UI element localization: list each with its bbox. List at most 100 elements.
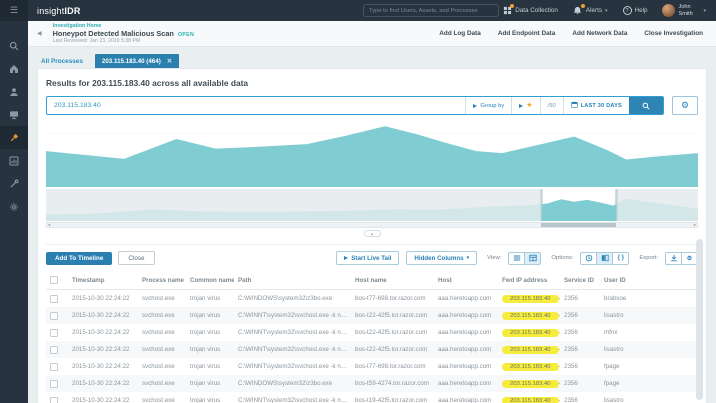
data-collection-menu[interactable]: Data Collection [502, 6, 558, 16]
table-view-button[interactable] [524, 252, 541, 265]
back-arrow-icon[interactable]: ◀ [37, 30, 42, 37]
cell-timestamp: 2015-10-30 22:24:22 [68, 375, 138, 392]
sidebar-item-home[interactable] [0, 57, 28, 80]
global-search-input[interactable]: Type to find Users, Assets, and Processe… [363, 4, 499, 17]
close-investigation-button[interactable]: Close Investigation [644, 30, 703, 37]
col-host-name[interactable]: Host name [351, 271, 434, 290]
cell-timestamp: 2015-10-30 22:24:22 [68, 290, 138, 308]
user-name: John Smith [678, 4, 700, 17]
close-button[interactable]: Close [118, 251, 154, 265]
col-path[interactable]: Path [234, 271, 351, 290]
add-to-timeline-button[interactable]: Add To Timeline [46, 252, 112, 265]
col-fwd-ip[interactable]: Fwd IP address [498, 271, 560, 290]
row-checkbox[interactable] [50, 329, 58, 337]
time-options-button[interactable] [580, 252, 597, 265]
tab-all-processes[interactable]: All Processes [41, 58, 83, 68]
hidden-columns-dropdown[interactable]: Hidden Columns ▾ [406, 251, 477, 265]
row-checkbox[interactable] [50, 380, 58, 388]
start-live-tail-button[interactable]: Start Live Tail [336, 251, 399, 265]
app-logo[interactable]: insightIDR [37, 6, 81, 16]
add-network-data-button[interactable]: Add Network Data [572, 30, 627, 37]
chart-main-area[interactable] [46, 123, 698, 187]
cell-path: C:\WINNT\system32\svchost.exe -k netsvcs [234, 358, 351, 375]
search-button[interactable] [629, 97, 663, 114]
cell-process: svchost.exe [138, 375, 186, 392]
table-toolbar: Add To Timeline Close Start Live Tail Hi… [46, 244, 698, 265]
favorite-star-icon[interactable]: ★ [526, 102, 532, 109]
sidebar-item-search[interactable] [0, 34, 28, 57]
select-all-checkbox[interactable] [50, 276, 58, 284]
cell-host-name: bos-t22-42f5.tor.razor.com [351, 307, 434, 324]
query-input[interactable]: 203.115.183.40 [47, 97, 465, 114]
expander-icon [473, 104, 477, 108]
alerts-badge [581, 4, 585, 8]
tab-ip-results[interactable]: 203.115.183.40 (464) ✕ [95, 54, 179, 68]
row-checkbox[interactable] [50, 346, 58, 354]
user-menu[interactable]: John Smith ▾ [662, 4, 706, 17]
cell-host: aaa.heretoapp.com [434, 358, 498, 375]
table-row[interactable]: 2015-10-30 22:24:22svchost.exetrojan vir… [46, 375, 698, 392]
chart-collapse-toggle[interactable]: ▲ [364, 230, 381, 237]
row-checkbox[interactable] [50, 397, 58, 403]
cell-host-name: bos-t22-42f5.tor.razor.com [351, 324, 434, 341]
json-view-button[interactable]: { } [612, 252, 629, 265]
result-limit[interactable]: /50 [540, 97, 563, 114]
add-log-data-button[interactable]: Add Log Data [439, 30, 481, 37]
sidebar-item-settings[interactable] [0, 195, 28, 218]
scroll-right-icon[interactable]: ▸ [694, 222, 696, 228]
search-icon [9, 41, 19, 51]
table-row[interactable]: 2015-10-30 22:24:22svchost.exetrojan vir… [46, 341, 698, 358]
cell-host: aaa.heretoapp.com [434, 307, 498, 324]
hamburger-menu-icon[interactable]: ☰ [0, 0, 28, 21]
table-row[interactable]: 2015-10-30 22:24:22svchost.exetrojan vir… [46, 307, 698, 324]
row-checkbox[interactable] [50, 363, 58, 371]
clock-icon [585, 254, 593, 262]
sidebar-item-users[interactable] [0, 80, 28, 103]
help-menu[interactable]: ? Help [623, 6, 648, 15]
table-row[interactable]: 2015-10-30 22:24:22svchost.exetrojan vir… [46, 358, 698, 375]
alerts-menu[interactable]: Alerts ▾ [573, 6, 608, 16]
download-icon [670, 254, 678, 262]
cell-service-id: 2356 [560, 341, 600, 358]
chart-overview-brush[interactable] [46, 189, 698, 221]
chevron-down-icon: ▾ [467, 255, 470, 261]
table-row[interactable]: 2015-10-30 22:24:22svchost.exetrojan vir… [46, 392, 698, 403]
table-icon [529, 254, 537, 262]
chart-scrollbar[interactable]: ◂ ▸ [46, 222, 698, 228]
download-button[interactable] [665, 252, 682, 265]
col-timestamp[interactable]: Timestamp [68, 271, 138, 290]
cell-user-id: lisastro [600, 307, 698, 324]
cell-timestamp: 2015-10-30 22:24:22 [68, 307, 138, 324]
time-range-picker[interactable]: LAST 30 DAYS [563, 97, 629, 114]
table-row[interactable]: 2015-10-30 22:24:22svchost.exetrojan vir… [46, 324, 698, 341]
sidebar-item-dashboards[interactable] [0, 149, 28, 172]
run-query-icon[interactable] [519, 104, 523, 108]
col-host[interactable]: Host [434, 271, 498, 290]
table-row[interactable]: 2015-10-30 22:24:22svchost.exetrojan vir… [46, 290, 698, 308]
sidebar-item-tools[interactable] [0, 172, 28, 195]
fwd-ip-highlight: 203.115.183.40 [502, 346, 559, 354]
close-tab-icon[interactable]: ✕ [167, 57, 172, 65]
cell-service-id: 2356 [560, 392, 600, 403]
add-endpoint-data-button[interactable]: Add Endpoint Data [498, 30, 556, 37]
row-checkbox[interactable] [50, 295, 58, 303]
search-icon [642, 102, 650, 110]
tabs-row: All Processes 203.115.183.40 (464) ✕ [37, 54, 707, 68]
sidebar-item-endpoints[interactable] [0, 103, 28, 126]
col-service-id[interactable]: Service ID [560, 271, 600, 290]
group-by-button[interactable]: Group by [465, 97, 511, 114]
user-icon [9, 87, 19, 97]
col-common-name[interactable]: Common name [186, 271, 234, 290]
list-view-button[interactable] [508, 252, 525, 265]
scrollbar-thumb[interactable] [541, 223, 616, 227]
sidebar-item-investigations[interactable] [0, 126, 28, 149]
cell-service-id: 2356 [560, 290, 600, 308]
cell-process: svchost.exe [138, 324, 186, 341]
col-user-id[interactable]: User ID [600, 271, 698, 290]
row-checkbox[interactable] [50, 312, 58, 320]
scroll-left-icon[interactable]: ◂ [48, 222, 50, 228]
col-process-name[interactable]: Process name [138, 271, 186, 290]
vertical-scrollbar[interactable] [696, 239, 703, 400]
columns-options-button[interactable] [596, 252, 613, 265]
query-settings-button[interactable]: ⚙ [672, 96, 698, 115]
